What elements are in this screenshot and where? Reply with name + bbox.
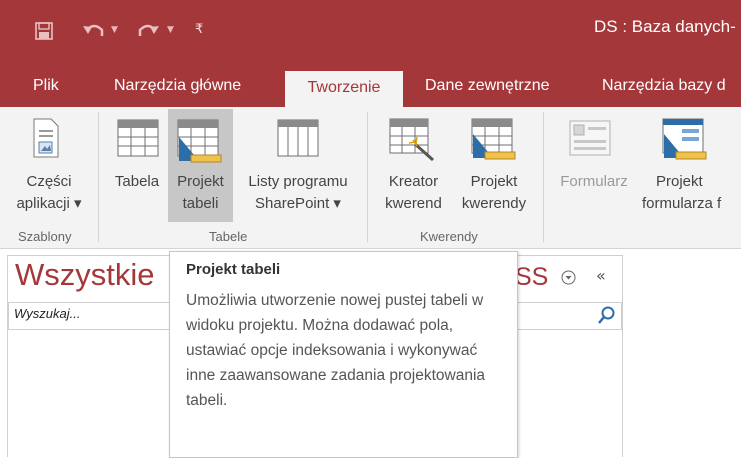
group-label-queries: Kwerendy	[420, 229, 478, 244]
form-button[interactable]: Formularz	[550, 171, 638, 193]
tab-create[interactable]: Tworzenie	[285, 71, 403, 108]
form-design-line2: formularza f	[642, 195, 722, 212]
redo-icon[interactable]	[136, 22, 160, 42]
tab-database-tools[interactable]: Narzędzia bazy d	[602, 71, 726, 108]
query-design-line1: Projekt	[470, 173, 518, 190]
sharepoint-lists-button[interactable]: Listy programu SharePoint ▾	[235, 171, 361, 215]
table-icon	[117, 119, 159, 157]
tab-external-data[interactable]: Dane zewnętrzne	[425, 71, 550, 108]
table-design-line1: Projekt	[177, 173, 224, 190]
group-separator	[543, 112, 544, 242]
table-line1: Tabela	[114, 173, 160, 190]
form-design-icon	[662, 118, 707, 160]
form-icon	[569, 120, 611, 156]
query-wizard-line2: kwerend	[385, 195, 442, 212]
app-parts-line2: aplikacji ▾	[16, 195, 82, 212]
undo-dropdown-icon[interactable]: ▼	[111, 25, 118, 35]
table-design-line2: tabeli	[182, 195, 219, 212]
app-parts-icon	[33, 118, 59, 158]
query-wizard-button[interactable]: Kreator kwerend	[376, 171, 451, 215]
group-separator	[367, 112, 368, 242]
group-label-templates: Szablony	[18, 229, 72, 244]
tooltip-body: Umożliwia utworzenie nowej pustej tabeli…	[186, 292, 486, 409]
tooltip-title: Projekt tabeli	[186, 261, 281, 278]
sharepoint-lists-line1: Listy programu	[248, 173, 348, 190]
form-design-line1: Projekt	[656, 173, 703, 190]
customize-qat-icon[interactable]: ₹	[195, 22, 203, 37]
sharepoint-lists-line2: SharePoint ▾	[255, 195, 341, 212]
app-parts-button[interactable]: Części aplikacji ▾	[5, 171, 93, 215]
query-design-line2: kwerendy	[461, 195, 527, 212]
table-design-button[interactable]: Projekt tabeli	[168, 171, 233, 215]
save-icon[interactable]	[35, 22, 53, 40]
undo-icon[interactable]	[82, 22, 106, 42]
group-separator	[98, 112, 99, 242]
form-design-button[interactable]: Projekt formularza f	[636, 171, 741, 215]
collapse-pane-icon[interactable]: «	[596, 266, 606, 285]
workspace-area	[622, 249, 741, 456]
table-design-icon	[177, 119, 222, 163]
query-design-button[interactable]: Projekt kwerendy	[452, 171, 536, 215]
redo-dropdown-icon[interactable]: ▼	[167, 25, 174, 35]
tab-home[interactable]: Narzędzia główne	[114, 71, 241, 108]
nav-pane-title-tail: SS	[515, 263, 549, 291]
query-wizard-icon	[389, 118, 434, 162]
nav-pane-menu-icon[interactable]	[561, 270, 576, 285]
tab-file[interactable]: Plik	[33, 71, 59, 108]
document-title: DS : Baza danych-	[594, 17, 736, 36]
query-wizard-line1: Kreator	[388, 173, 439, 190]
form-line1: Formularz	[560, 173, 628, 190]
sharepoint-lists-icon	[277, 119, 319, 157]
search-icon[interactable]	[597, 305, 617, 325]
nav-pane-title[interactable]: Wszystkie	[15, 257, 155, 293]
table-button[interactable]: Tabela	[108, 171, 166, 193]
app-parts-line1: Części	[26, 173, 72, 190]
group-label-tables: Tabele	[209, 229, 248, 244]
query-design-icon	[471, 118, 516, 160]
